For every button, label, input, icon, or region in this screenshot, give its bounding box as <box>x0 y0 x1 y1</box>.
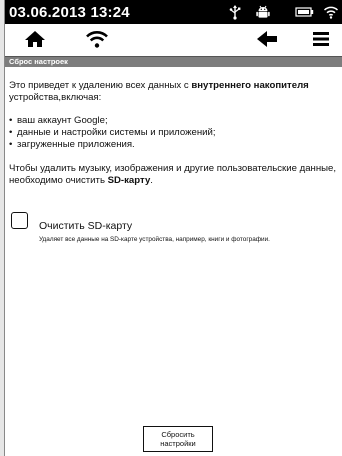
android-icon <box>255 4 271 20</box>
usb-icon <box>227 4 243 20</box>
status-clock: 03.06.2013 13:24 <box>9 4 130 21</box>
clear-sd-checkbox[interactable] <box>11 212 28 229</box>
list-item: ваш аккаунт Google; <box>9 115 341 127</box>
section-title: Сброс настроек <box>9 57 68 66</box>
back-icon[interactable] <box>253 27 281 51</box>
clear-sd-label: Очистить SD-карту <box>39 220 133 232</box>
battery-icon <box>295 4 315 20</box>
wifi-icon[interactable] <box>83 27 111 51</box>
status-bar: 03.06.2013 13:24 <box>5 0 342 24</box>
sd-note: Чтобы удалить музыку, изображения и друг… <box>9 163 337 186</box>
list-item: данные и настройки системы и приложений; <box>9 127 341 139</box>
intro-text: Это приведет к удалению всех данных с вн… <box>9 80 309 103</box>
reset-description: Это приведет к удалению всех данных с вн… <box>9 80 341 198</box>
reset-settings-button[interactable]: Сбросить настройки <box>143 426 213 452</box>
menu-icon[interactable] <box>307 27 335 51</box>
list-item: загруженные приложения. <box>9 139 341 151</box>
home-icon[interactable] <box>21 27 49 51</box>
data-list: ваш аккаунт Google; данные и настройки с… <box>9 115 341 151</box>
clear-sd-option[interactable]: Очистить SD-карту Удаляет все данные на … <box>11 212 341 252</box>
wifi-icon <box>323 4 339 20</box>
settings-screen: 03.06.2013 13:24 Сброс настроек Это прив… <box>4 0 342 456</box>
section-header: Сброс настроек <box>5 56 342 67</box>
reset-settings-label: Сбросить настройки <box>160 430 196 448</box>
clear-sd-description: Удаляет все данные на SD-карте устройств… <box>39 236 270 243</box>
sd-note-bold: SD-карту <box>107 175 151 186</box>
navigation-bar <box>5 24 342 54</box>
intro-bold: внутреннего накопителя <box>191 80 309 91</box>
